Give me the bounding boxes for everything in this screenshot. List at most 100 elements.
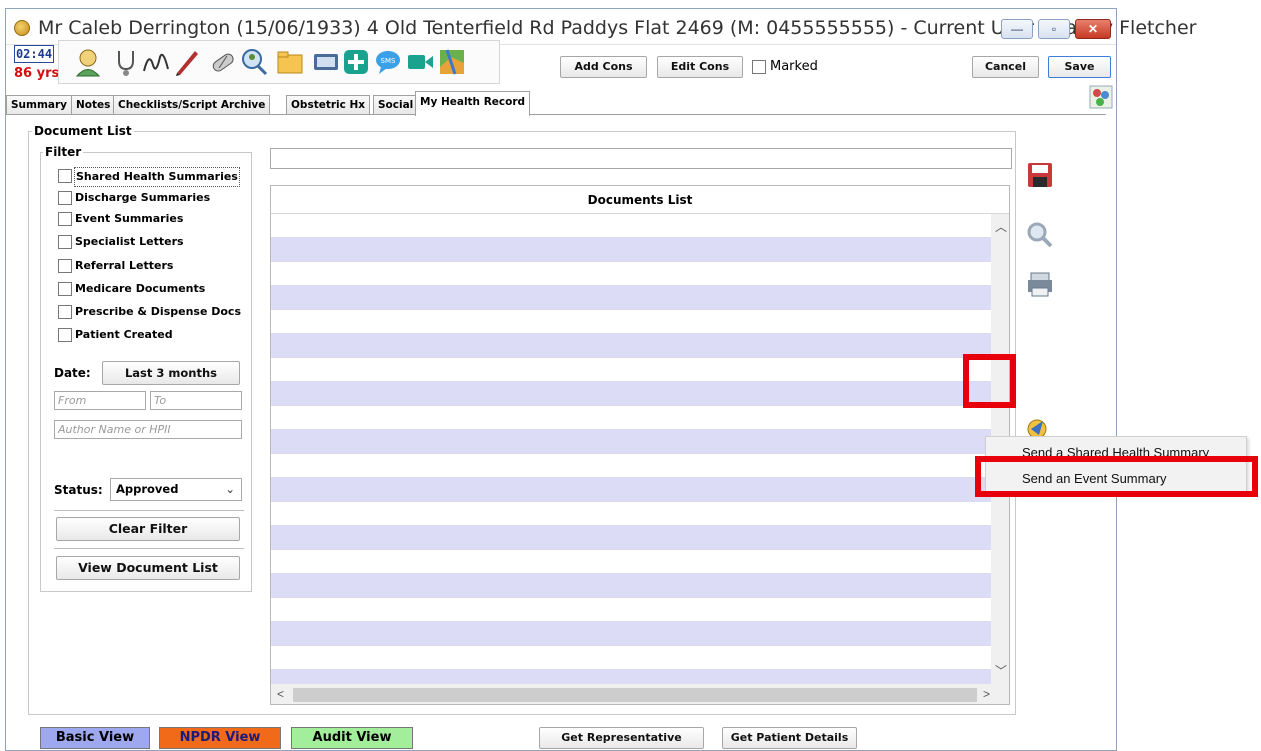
folder-icon[interactable]: [275, 47, 305, 77]
signature-icon[interactable]: [141, 47, 171, 77]
minimize-button[interactable]: —: [1001, 19, 1033, 39]
map-icon[interactable]: [437, 47, 467, 77]
plus-icon[interactable]: [341, 47, 371, 77]
scroll-right-icon[interactable]: >: [983, 687, 990, 701]
from-date-input[interactable]: From: [54, 391, 146, 410]
table-row[interactable]: [271, 430, 991, 454]
table-row[interactable]: [271, 550, 991, 574]
edit-cons-button[interactable]: Edit Cons: [657, 56, 743, 78]
close-button[interactable]: ✕: [1075, 19, 1111, 39]
patient-icon[interactable]: [73, 47, 103, 77]
filter-checkbox[interactable]: [58, 235, 72, 249]
svg-text:SMS: SMS: [381, 57, 396, 65]
table-row[interactable]: [271, 454, 991, 478]
filter-label: Shared Health Summaries: [74, 167, 240, 187]
video-icon[interactable]: [405, 47, 435, 77]
scroll-left-icon[interactable]: <: [277, 687, 284, 701]
basic-view-button[interactable]: Basic View: [40, 727, 150, 749]
chevron-down-icon: ⌄: [225, 482, 235, 496]
author-input[interactable]: Author Name or HPII: [54, 420, 242, 439]
document-list-group-label: Document List: [32, 124, 134, 138]
tab-social[interactable]: Social: [373, 95, 419, 115]
horizontal-scrollbar[interactable]: < >: [271, 684, 1009, 704]
filter-checkbox[interactable]: [58, 328, 72, 342]
tab-checklists-script-archive[interactable]: Checklists/Script Archive: [113, 95, 271, 115]
status-selected-value: Approved: [116, 482, 179, 496]
stethoscope-icon[interactable]: [111, 47, 141, 77]
table-row[interactable]: [271, 574, 991, 598]
sms-icon[interactable]: SMS: [373, 47, 403, 77]
table-row[interactable]: [271, 238, 991, 262]
table-row[interactable]: [271, 334, 991, 358]
filter-label: Medicare Documents: [75, 282, 206, 295]
app-icon: [14, 20, 30, 36]
save-button[interactable]: Save: [1048, 56, 1111, 78]
filter-checkbox[interactable]: [58, 169, 72, 183]
status-label: Status:: [54, 483, 103, 497]
add-cons-button[interactable]: Add Cons: [560, 56, 647, 78]
documents-list-header: Documents List: [271, 186, 1009, 214]
table-row[interactable]: [271, 502, 991, 526]
to-date-input[interactable]: To: [150, 391, 242, 410]
save-document-icon[interactable]: [1025, 160, 1055, 190]
filter-separator: [54, 548, 244, 549]
consult-timer: 02:44: [14, 45, 54, 63]
horizontal-scroll-thumb[interactable]: [293, 688, 977, 702]
scroll-up-icon[interactable]: ︿: [995, 218, 1007, 235]
tab-obstetric-hx[interactable]: Obstetric Hx: [286, 95, 371, 115]
table-row[interactable]: [271, 286, 991, 310]
audit-view-button[interactable]: Audit View: [291, 727, 413, 749]
search-person-icon[interactable]: [239, 47, 269, 77]
marked-label: Marked: [770, 59, 818, 74]
table-row[interactable]: [271, 622, 991, 646]
clear-filter-button[interactable]: Clear Filter: [56, 517, 240, 541]
tab-notes[interactable]: Notes: [71, 95, 116, 115]
scroll-down-icon[interactable]: ﹀: [995, 662, 1007, 679]
status-select[interactable]: Approved ⌄: [110, 478, 242, 501]
tab-summary[interactable]: Summary: [6, 95, 73, 115]
filter-checkbox[interactable]: [58, 212, 72, 226]
table-row[interactable]: [271, 310, 991, 334]
table-row[interactable]: [271, 358, 991, 382]
get-representative-button[interactable]: Get Representative: [539, 727, 704, 749]
date-label: Date:: [54, 366, 91, 380]
filter-label: Specialist Letters: [75, 235, 184, 248]
filter-label: Event Summaries: [75, 212, 184, 225]
document-search-input[interactable]: [270, 148, 1012, 169]
maximize-button[interactable]: ▫: [1038, 19, 1070, 39]
filter-separator: [54, 510, 244, 511]
filter-label: Prescribe & Dispense Docs: [75, 305, 242, 318]
filter-checkbox[interactable]: [58, 305, 72, 319]
filter-checkbox[interactable]: [58, 259, 72, 273]
documents-list-table: Documents List ︿ ﹀ < >: [270, 185, 1010, 705]
filter-label: Patient Created: [75, 328, 173, 341]
table-row[interactable]: [271, 262, 991, 286]
monitor-icon[interactable]: [311, 47, 341, 77]
pills-icon[interactable]: [209, 47, 239, 77]
get-patient-details-button[interactable]: Get Patient Details: [722, 727, 857, 749]
filter-checkbox[interactable]: [58, 282, 72, 296]
npdr-view-button[interactable]: NPDR View: [159, 727, 281, 749]
people-map-icon[interactable]: [1088, 84, 1114, 110]
table-row[interactable]: [271, 646, 991, 670]
table-row[interactable]: [271, 598, 991, 622]
tab-my-health-record[interactable]: My Health Record: [415, 91, 531, 116]
filter-group-label: Filter: [43, 145, 84, 159]
filter-checkbox[interactable]: [58, 191, 72, 205]
magnifier-icon[interactable]: [1025, 220, 1055, 250]
marked-checkbox[interactable]: [752, 60, 766, 74]
highlight-box-event-summary: [975, 456, 1258, 497]
view-document-list-button[interactable]: View Document List: [56, 556, 240, 580]
printer-icon[interactable]: [1025, 270, 1055, 300]
filter-label: Discharge Summaries: [75, 191, 211, 204]
table-row[interactable]: [271, 526, 991, 550]
filter-label: Referral Letters: [75, 259, 174, 272]
date-range-button[interactable]: Last 3 months: [102, 361, 240, 385]
table-row[interactable]: [271, 478, 991, 502]
cancel-button[interactable]: Cancel: [972, 56, 1039, 78]
table-row[interactable]: [271, 382, 991, 406]
pen-icon[interactable]: [171, 47, 201, 77]
table-row[interactable]: [271, 406, 991, 430]
tab-underline: [6, 114, 1106, 115]
table-row[interactable]: [271, 214, 991, 238]
